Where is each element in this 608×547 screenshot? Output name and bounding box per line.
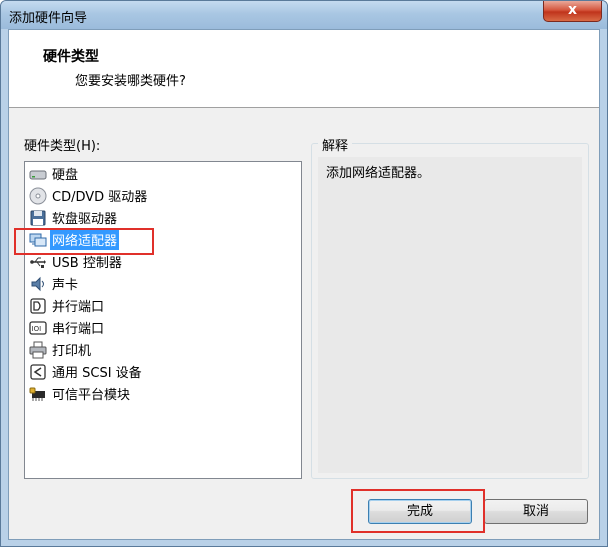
- list-item-sound-card[interactable]: 声卡: [29, 273, 80, 294]
- list-item-floppy[interactable]: 软盘驱动器: [29, 207, 119, 228]
- page-subtitle: 您要安装哪类硬件?: [75, 74, 186, 89]
- title-bar[interactable]: 添加硬件向导 x: [1, 1, 607, 29]
- list-item-label: 网络适配器: [50, 229, 120, 250]
- network-adapter-icon: [29, 231, 47, 249]
- list-item-label: 通用 SCSI 设备: [52, 366, 142, 381]
- list-item-label: 并行端口: [52, 300, 105, 315]
- list-item-label: 打印机: [52, 344, 92, 359]
- list-item-tpm[interactable]: 可信平台模块: [29, 383, 132, 404]
- list-item-serial-port[interactable]: IOI 串行端口: [29, 317, 106, 338]
- cd-dvd-icon: [29, 187, 47, 205]
- explanation-title: 解释: [318, 135, 353, 154]
- explanation-text: 添加网络适配器。: [326, 166, 431, 181]
- hardware-type-list[interactable]: 硬盘 CD/DVD 驱动器 软盘驱动器 网络适配器 USB 控制器 声卡 并行端…: [24, 161, 302, 479]
- svg-text:IOI: IOI: [32, 325, 42, 333]
- list-item-label: 可信平台模块: [52, 388, 131, 403]
- list-item-network-adapter[interactable]: 网络适配器: [29, 229, 120, 250]
- list-item-usb[interactable]: USB 控制器: [29, 251, 124, 272]
- finish-button[interactable]: 完成: [368, 499, 472, 524]
- printer-icon: [29, 341, 47, 359]
- sound-card-icon: [29, 275, 47, 293]
- close-button[interactable]: x: [543, 1, 602, 22]
- list-item-scsi[interactable]: 通用 SCSI 设备: [29, 361, 144, 382]
- usb-icon: [29, 253, 47, 271]
- list-item-label: 串行端口: [52, 322, 105, 337]
- explanation-panel: 添加网络适配器。: [318, 157, 582, 473]
- list-item-label: USB 控制器: [52, 256, 122, 271]
- cancel-button[interactable]: 取消: [484, 499, 588, 524]
- list-item-label: 软盘驱动器: [52, 212, 118, 227]
- hardware-type-label: 硬件类型(H):: [24, 139, 101, 154]
- list-item-label: 硬盘: [52, 168, 79, 183]
- floppy-icon: [29, 209, 47, 227]
- list-item-printer[interactable]: 打印机: [29, 339, 93, 360]
- list-item-hard-disk[interactable]: 硬盘: [29, 163, 80, 184]
- window-title: 添加硬件向导: [9, 11, 88, 26]
- list-item-label: 声卡: [52, 278, 79, 293]
- scsi-icon: [29, 363, 47, 381]
- add-hardware-wizard-window: 添加硬件向导 x 硬件类型 您要安装哪类硬件? 硬件类型(H): 硬盘 CD/D…: [0, 0, 608, 547]
- list-item-label: CD/DVD 驱动器: [52, 190, 148, 205]
- parallel-port-icon: [29, 297, 47, 315]
- serial-port-icon: IOI: [29, 319, 47, 337]
- page-title: 硬件类型: [43, 49, 99, 65]
- list-item-parallel-port[interactable]: 并行端口: [29, 295, 106, 316]
- wizard-header: 硬件类型 您要安装哪类硬件?: [9, 30, 599, 108]
- list-item-cd-dvd[interactable]: CD/DVD 驱动器: [29, 185, 149, 206]
- tpm-icon: [29, 385, 47, 403]
- hard-disk-icon: [29, 165, 47, 183]
- wizard-client-area: 硬件类型 您要安装哪类硬件? 硬件类型(H): 硬盘 CD/DVD 驱动器 软盘…: [8, 29, 600, 540]
